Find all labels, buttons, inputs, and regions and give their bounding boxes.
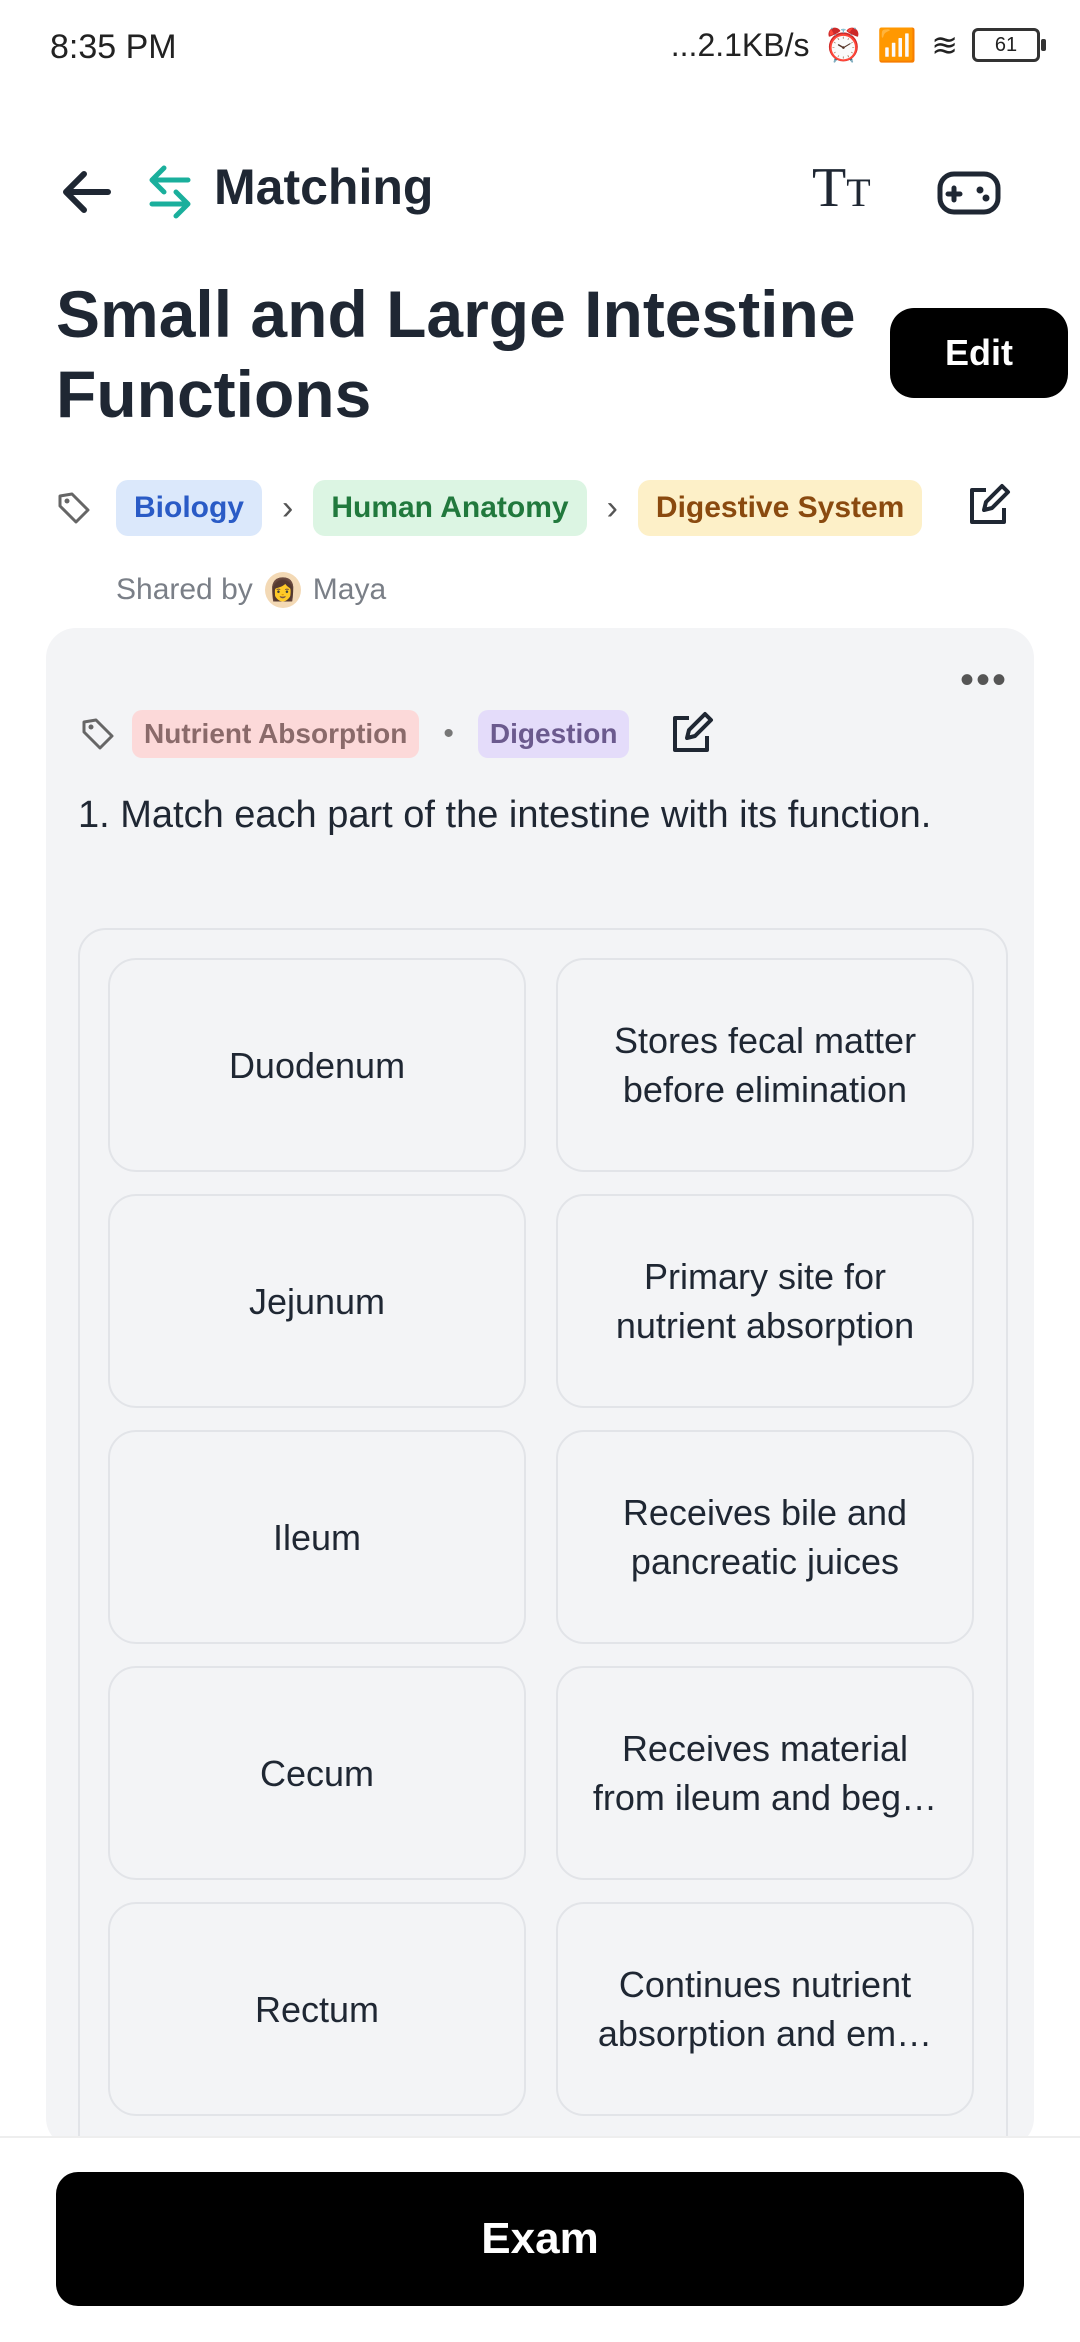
- separator-dot: •: [443, 717, 454, 750]
- screen-title: Matching: [214, 159, 434, 215]
- status-bar: 8:35 PM ...2.1KB/s ⏰ 📶 ≋ 61: [0, 0, 1080, 96]
- more-options-icon[interactable]: •••: [960, 658, 1008, 703]
- battery-icon: 61: [972, 28, 1046, 62]
- status-time: 8:35 PM: [50, 28, 177, 66]
- status-icons: ...2.1KB/s ⏰ 📶 ≋ 61: [670, 26, 1046, 64]
- match-left-item[interactable]: Cecum: [108, 1666, 526, 1880]
- match-left-item[interactable]: Jejunum: [108, 1194, 526, 1408]
- match-right-item[interactable]: Continues nutrient absorption and em…: [556, 1902, 974, 2116]
- edit-tags-icon[interactable]: [964, 482, 1012, 530]
- match-right-item[interactable]: Receives material from ileum and beg…: [556, 1666, 974, 1880]
- tag-digestive-system[interactable]: Digestive System: [637, 480, 923, 536]
- chevron-right-icon: ›: [606, 488, 618, 527]
- tag-biology[interactable]: Biology: [116, 480, 262, 536]
- match-right-item[interactable]: Primary site for nutrient absorption: [556, 1194, 974, 1408]
- tag-digestion[interactable]: Digestion: [477, 710, 630, 758]
- back-arrow-icon[interactable]: [56, 160, 120, 224]
- shared-by-label: Shared by: [116, 573, 253, 606]
- page-title: Small and Large Intestine Functions: [56, 277, 856, 431]
- swap-arrows-icon: [149, 165, 191, 219]
- question-card: ••• Nutrient Absorption • Digestion 1. M…: [46, 628, 1034, 2172]
- avatar: 👩: [264, 572, 301, 608]
- matching-grid: Duodenum Stores fecal matter before elim…: [78, 928, 1008, 2172]
- gamepad-icon[interactable]: [934, 158, 1004, 228]
- match-right-item[interactable]: Stores fecal matter before elimination: [556, 958, 974, 1172]
- text-size-button[interactable]: TT: [812, 156, 871, 220]
- bottom-bar: Exam: [0, 2136, 1080, 2342]
- breadcrumb: Biology › Human Anatomy › Digestive Syst…: [56, 478, 1026, 538]
- tag-human-anatomy[interactable]: Human Anatomy: [313, 480, 587, 536]
- alarm-icon: ⏰: [823, 27, 864, 63]
- signal-icon: 📶: [877, 27, 918, 63]
- exam-button[interactable]: Exam: [56, 2172, 1024, 2306]
- edit-tags-icon[interactable]: [667, 710, 715, 758]
- shared-by-user[interactable]: Maya: [313, 573, 386, 607]
- match-left-item[interactable]: Duodenum: [108, 958, 526, 1172]
- shared-by: Shared by 👩 Maya: [116, 572, 386, 608]
- question-tags: Nutrient Absorption • Digestion: [80, 710, 715, 758]
- question-text: 1. Match each part of the intestine with…: [78, 794, 932, 836]
- match-right-item[interactable]: Receives bile and pancreatic juices: [556, 1430, 974, 1644]
- match-left-item[interactable]: Ileum: [108, 1430, 526, 1644]
- match-left-item[interactable]: Rectum: [108, 1902, 526, 2116]
- chevron-right-icon: ›: [282, 488, 294, 527]
- edit-button[interactable]: Edit: [890, 308, 1068, 398]
- tag-icon: [58, 492, 90, 524]
- tag-nutrient-absorption[interactable]: Nutrient Absorption: [132, 710, 420, 758]
- tag-icon: [82, 718, 114, 750]
- network-speed: ...2.1KB/s: [670, 26, 810, 63]
- wifi-icon: ≋: [931, 27, 958, 63]
- top-app-bar: Matching TT: [0, 140, 1080, 250]
